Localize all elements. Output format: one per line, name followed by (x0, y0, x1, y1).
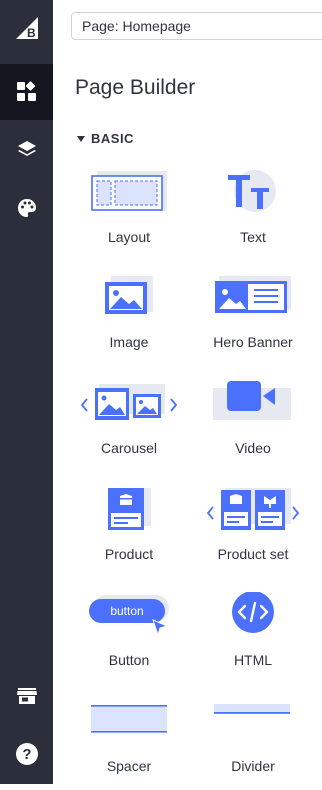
page-selector[interactable]: Page: Homepage (71, 12, 322, 40)
top-bar: Page: Homepage (53, 0, 322, 56)
section-label: BASIC (91, 131, 134, 146)
section-basic-toggle[interactable]: BASIC (77, 131, 134, 146)
button-preview-text: button (110, 604, 143, 618)
widget-label: Hero Banner (213, 334, 293, 350)
widget-label: Spacer (106, 758, 152, 774)
widget-html[interactable]: HTML (193, 592, 313, 684)
widget-hero-banner[interactable]: Hero Banner (193, 274, 313, 366)
carousel-icon (80, 384, 178, 420)
panel-title: Page Builder (75, 76, 196, 99)
widget-product-set[interactable]: Product set (193, 486, 313, 578)
svg-text:B: B (27, 26, 36, 40)
left-rail: B ? (0, 0, 53, 784)
bigcommerce-logo-icon[interactable]: B (0, 0, 53, 56)
widget-carousel[interactable]: Carousel (69, 380, 189, 472)
image-icon (105, 276, 153, 314)
widgets-grid-icon[interactable] (0, 64, 53, 120)
widget-label: Button (108, 652, 150, 668)
video-icon (213, 381, 291, 420)
widget-label: Video (235, 440, 271, 456)
widget-image[interactable]: Image (69, 274, 189, 366)
widget-label: Divider (231, 758, 275, 774)
widget-label: Product (104, 546, 154, 562)
layers-icon[interactable] (0, 122, 53, 178)
widget-divider[interactable]: Divider (193, 698, 313, 790)
widget-video[interactable]: Video (193, 380, 313, 472)
product-set-icon (206, 488, 300, 530)
widget-label: Layout (107, 229, 151, 245)
widget-product[interactable]: Product (69, 486, 189, 578)
widget-label: HTML (233, 652, 273, 668)
widget-label: Carousel (100, 440, 158, 456)
palette-icon[interactable] (0, 180, 53, 236)
widget-text[interactable]: Text (193, 169, 313, 261)
widget-layout[interactable]: Layout (69, 169, 189, 261)
spacer-icon (91, 705, 167, 733)
page-builder-panel: Page Builder BASIC Layout Text Image Her… (53, 56, 322, 784)
widget-label: Text (240, 229, 266, 245)
layout-icon (91, 171, 167, 211)
product-icon (108, 488, 151, 530)
widget-label: Image (109, 334, 149, 350)
store-icon[interactable] (0, 668, 53, 724)
html-icon (232, 592, 274, 633)
caret-down-icon (77, 135, 85, 142)
widget-label: Product set (217, 546, 289, 562)
widget-button[interactable]: button Button (69, 592, 189, 684)
text-icon (228, 170, 276, 212)
help-circle-icon[interactable]: ? (0, 726, 53, 782)
hero-banner-icon (215, 276, 291, 313)
button-icon: button (89, 595, 169, 637)
widget-spacer[interactable]: Spacer (69, 698, 189, 790)
divider-icon (214, 704, 290, 714)
svg-text:?: ? (22, 746, 31, 763)
